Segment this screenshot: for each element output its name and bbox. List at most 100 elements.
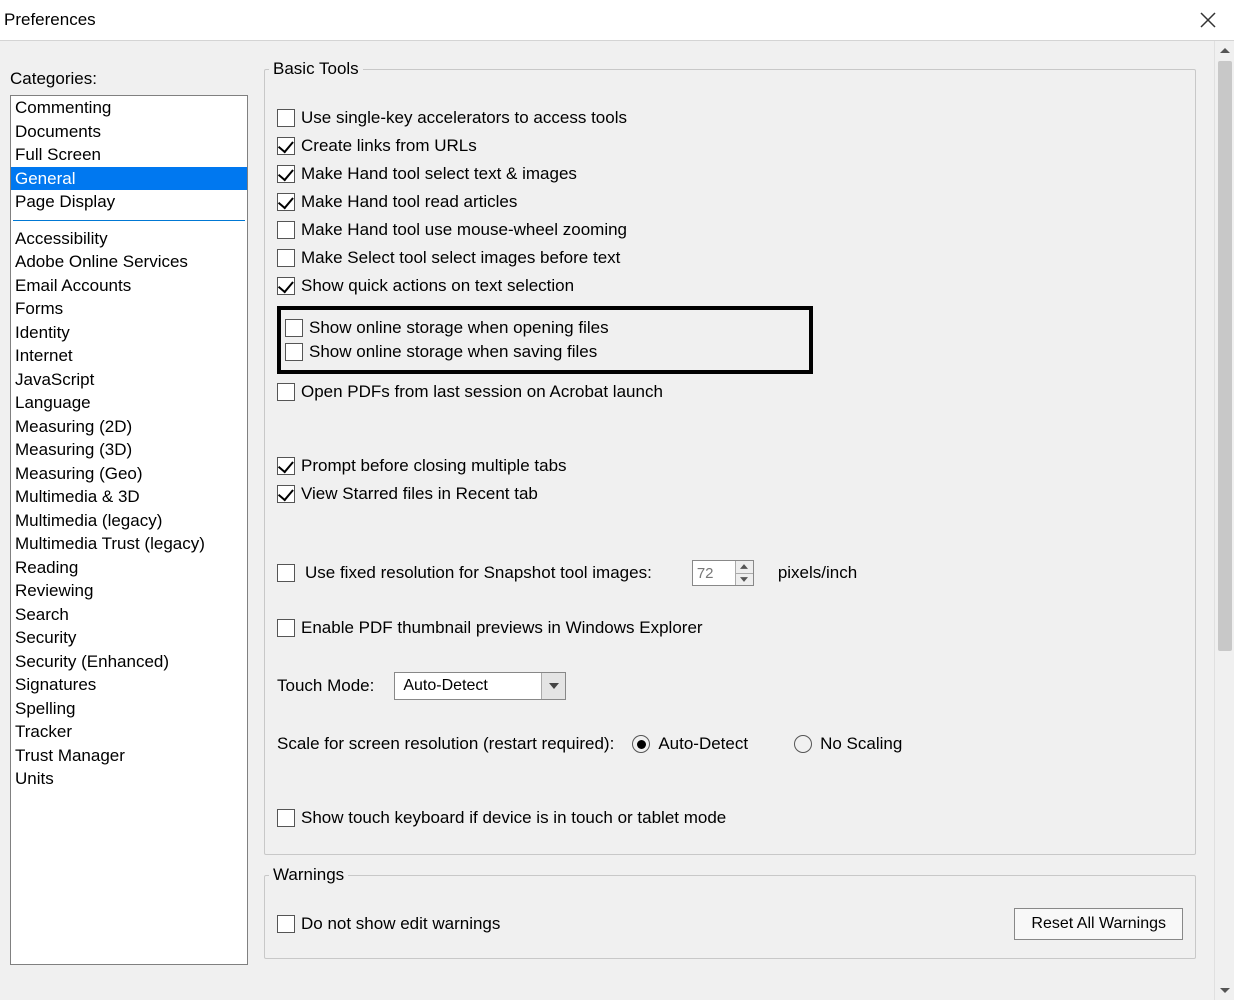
settings-panel: Basic Tools Use single-key accelerators … (248, 69, 1224, 990)
category-item-search[interactable]: Search (11, 603, 247, 627)
category-item-internet[interactable]: Internet (11, 344, 247, 368)
category-item-measuring-3d-[interactable]: Measuring (3D) (11, 438, 247, 462)
warnings-group: Warnings Do not show edit warnings Reset… (264, 875, 1196, 959)
fixed-res-label: Use fixed resolution for Snapshot tool i… (305, 563, 652, 583)
hand-zoom-label: Make Hand tool use mouse-wheel zooming (301, 220, 627, 240)
basic-tools-group: Basic Tools Use single-key accelerators … (264, 69, 1196, 855)
scroll-down-button[interactable] (1215, 980, 1234, 1000)
fixed-res-up[interactable] (736, 561, 753, 573)
chevron-down-icon (1220, 985, 1230, 995)
category-item-email-accounts[interactable]: Email Accounts (11, 274, 247, 298)
prompt-tabs-checkbox[interactable] (277, 457, 295, 475)
quick-actions-checkbox[interactable] (277, 277, 295, 295)
category-item-multimedia-3d[interactable]: Multimedia & 3D (11, 485, 247, 509)
open-last-label: Open PDFs from last session on Acrobat l… (301, 382, 663, 402)
chevron-up-icon (1220, 46, 1230, 56)
touch-mode-label: Touch Mode: (277, 676, 374, 696)
categories-separator (13, 220, 245, 221)
warnings-legend: Warnings (269, 865, 348, 885)
category-item-multimedia-legacy-[interactable]: Multimedia (legacy) (11, 509, 247, 533)
online-save-checkbox[interactable] (285, 343, 303, 361)
scale-auto-label: Auto-Detect (658, 734, 748, 754)
category-item-page-display[interactable]: Page Display (11, 190, 247, 214)
touch-keyboard-checkbox[interactable] (277, 809, 295, 827)
touch-mode-select[interactable]: Auto-Detect (394, 672, 566, 700)
category-item-adobe-online-services[interactable]: Adobe Online Services (11, 250, 247, 274)
category-item-accessibility[interactable]: Accessibility (11, 227, 247, 251)
prompt-tabs-label: Prompt before closing multiple tabs (301, 456, 567, 476)
hand-text-label: Make Hand tool select text & images (301, 164, 577, 184)
categories-label: Categories: (10, 69, 248, 89)
scale-label: Scale for screen resolution (restart req… (277, 734, 614, 754)
titlebar: Preferences (0, 0, 1234, 40)
window-title: Preferences (4, 10, 96, 30)
highlighted-options: Show online storage when opening files S… (277, 306, 813, 374)
scroll-thumb[interactable] (1218, 61, 1232, 651)
use-single-key-checkbox[interactable] (277, 109, 295, 127)
select-images-checkbox[interactable] (277, 249, 295, 267)
category-item-reading[interactable]: Reading (11, 556, 247, 580)
touch-keyboard-label: Show touch keyboard if device is in touc… (301, 808, 726, 828)
scrollbar[interactable] (1214, 41, 1234, 1000)
dialog-body: Categories: CommentingDocumentsFull Scre… (0, 40, 1234, 1000)
online-save-label: Show online storage when saving files (309, 342, 597, 362)
basic-tools-legend: Basic Tools (269, 59, 363, 79)
no-edit-warnings-label: Do not show edit warnings (301, 914, 500, 934)
quick-actions-label: Show quick actions on text selection (301, 276, 574, 296)
hand-articles-checkbox[interactable] (277, 193, 295, 211)
pixels-inch-label: pixels/inch (778, 563, 857, 583)
thumb-previews-checkbox[interactable] (277, 619, 295, 637)
category-item-forms[interactable]: Forms (11, 297, 247, 321)
no-edit-warnings-checkbox[interactable] (277, 915, 295, 933)
hand-zoom-checkbox[interactable] (277, 221, 295, 239)
chevron-down-icon (740, 577, 748, 582)
scale-none-label: No Scaling (820, 734, 902, 754)
use-single-key-label: Use single-key accelerators to access to… (301, 108, 627, 128)
starred-recent-label: View Starred files in Recent tab (301, 484, 538, 504)
starred-recent-checkbox[interactable] (277, 485, 295, 503)
create-links-checkbox[interactable] (277, 137, 295, 155)
close-button[interactable] (1194, 6, 1222, 34)
category-item-measuring-2d-[interactable]: Measuring (2D) (11, 415, 247, 439)
scroll-up-button[interactable] (1215, 41, 1234, 61)
online-open-label: Show online storage when opening files (309, 318, 609, 338)
category-item-measuring-geo-[interactable]: Measuring (Geo) (11, 462, 247, 486)
category-item-general[interactable]: General (11, 167, 247, 191)
touch-mode-value: Auto-Detect (395, 677, 541, 695)
scale-auto-radio[interactable] (632, 735, 650, 753)
category-item-identity[interactable]: Identity (11, 321, 247, 345)
thumb-previews-label: Enable PDF thumbnail previews in Windows… (301, 618, 703, 638)
category-item-full-screen[interactable]: Full Screen (11, 143, 247, 167)
scale-none-radio[interactable] (794, 735, 812, 753)
online-open-checkbox[interactable] (285, 319, 303, 337)
chevron-up-icon (740, 564, 748, 569)
category-item-security[interactable]: Security (11, 626, 247, 650)
category-item-documents[interactable]: Documents (11, 120, 247, 144)
touch-mode-dropdown-button[interactable] (541, 673, 565, 699)
category-item-signatures[interactable]: Signatures (11, 673, 247, 697)
close-icon (1200, 12, 1216, 28)
hand-articles-label: Make Hand tool read articles (301, 192, 517, 212)
fixed-res-input[interactable] (693, 561, 735, 585)
fixed-res-checkbox[interactable] (277, 564, 295, 582)
category-item-javascript[interactable]: JavaScript (11, 368, 247, 392)
category-item-tracker[interactable]: Tracker (11, 720, 247, 744)
categories-column: Categories: CommentingDocumentsFull Scre… (10, 69, 248, 990)
category-item-commenting[interactable]: Commenting (11, 96, 247, 120)
open-last-checkbox[interactable] (277, 383, 295, 401)
category-item-security-enhanced-[interactable]: Security (Enhanced) (11, 650, 247, 674)
chevron-down-icon (549, 683, 559, 689)
category-item-trust-manager[interactable]: Trust Manager (11, 744, 247, 768)
create-links-label: Create links from URLs (301, 136, 477, 156)
select-images-label: Make Select tool select images before te… (301, 248, 620, 268)
category-item-units[interactable]: Units (11, 767, 247, 791)
fixed-res-down[interactable] (736, 573, 753, 586)
category-item-multimedia-trust-legacy-[interactable]: Multimedia Trust (legacy) (11, 532, 247, 556)
category-item-language[interactable]: Language (11, 391, 247, 415)
hand-text-checkbox[interactable] (277, 165, 295, 183)
categories-list[interactable]: CommentingDocumentsFull ScreenGeneralPag… (10, 95, 248, 965)
category-item-spelling[interactable]: Spelling (11, 697, 247, 721)
category-item-reviewing[interactable]: Reviewing (11, 579, 247, 603)
reset-warnings-button[interactable]: Reset All Warnings (1014, 908, 1183, 940)
fixed-res-input-wrap (692, 560, 754, 586)
